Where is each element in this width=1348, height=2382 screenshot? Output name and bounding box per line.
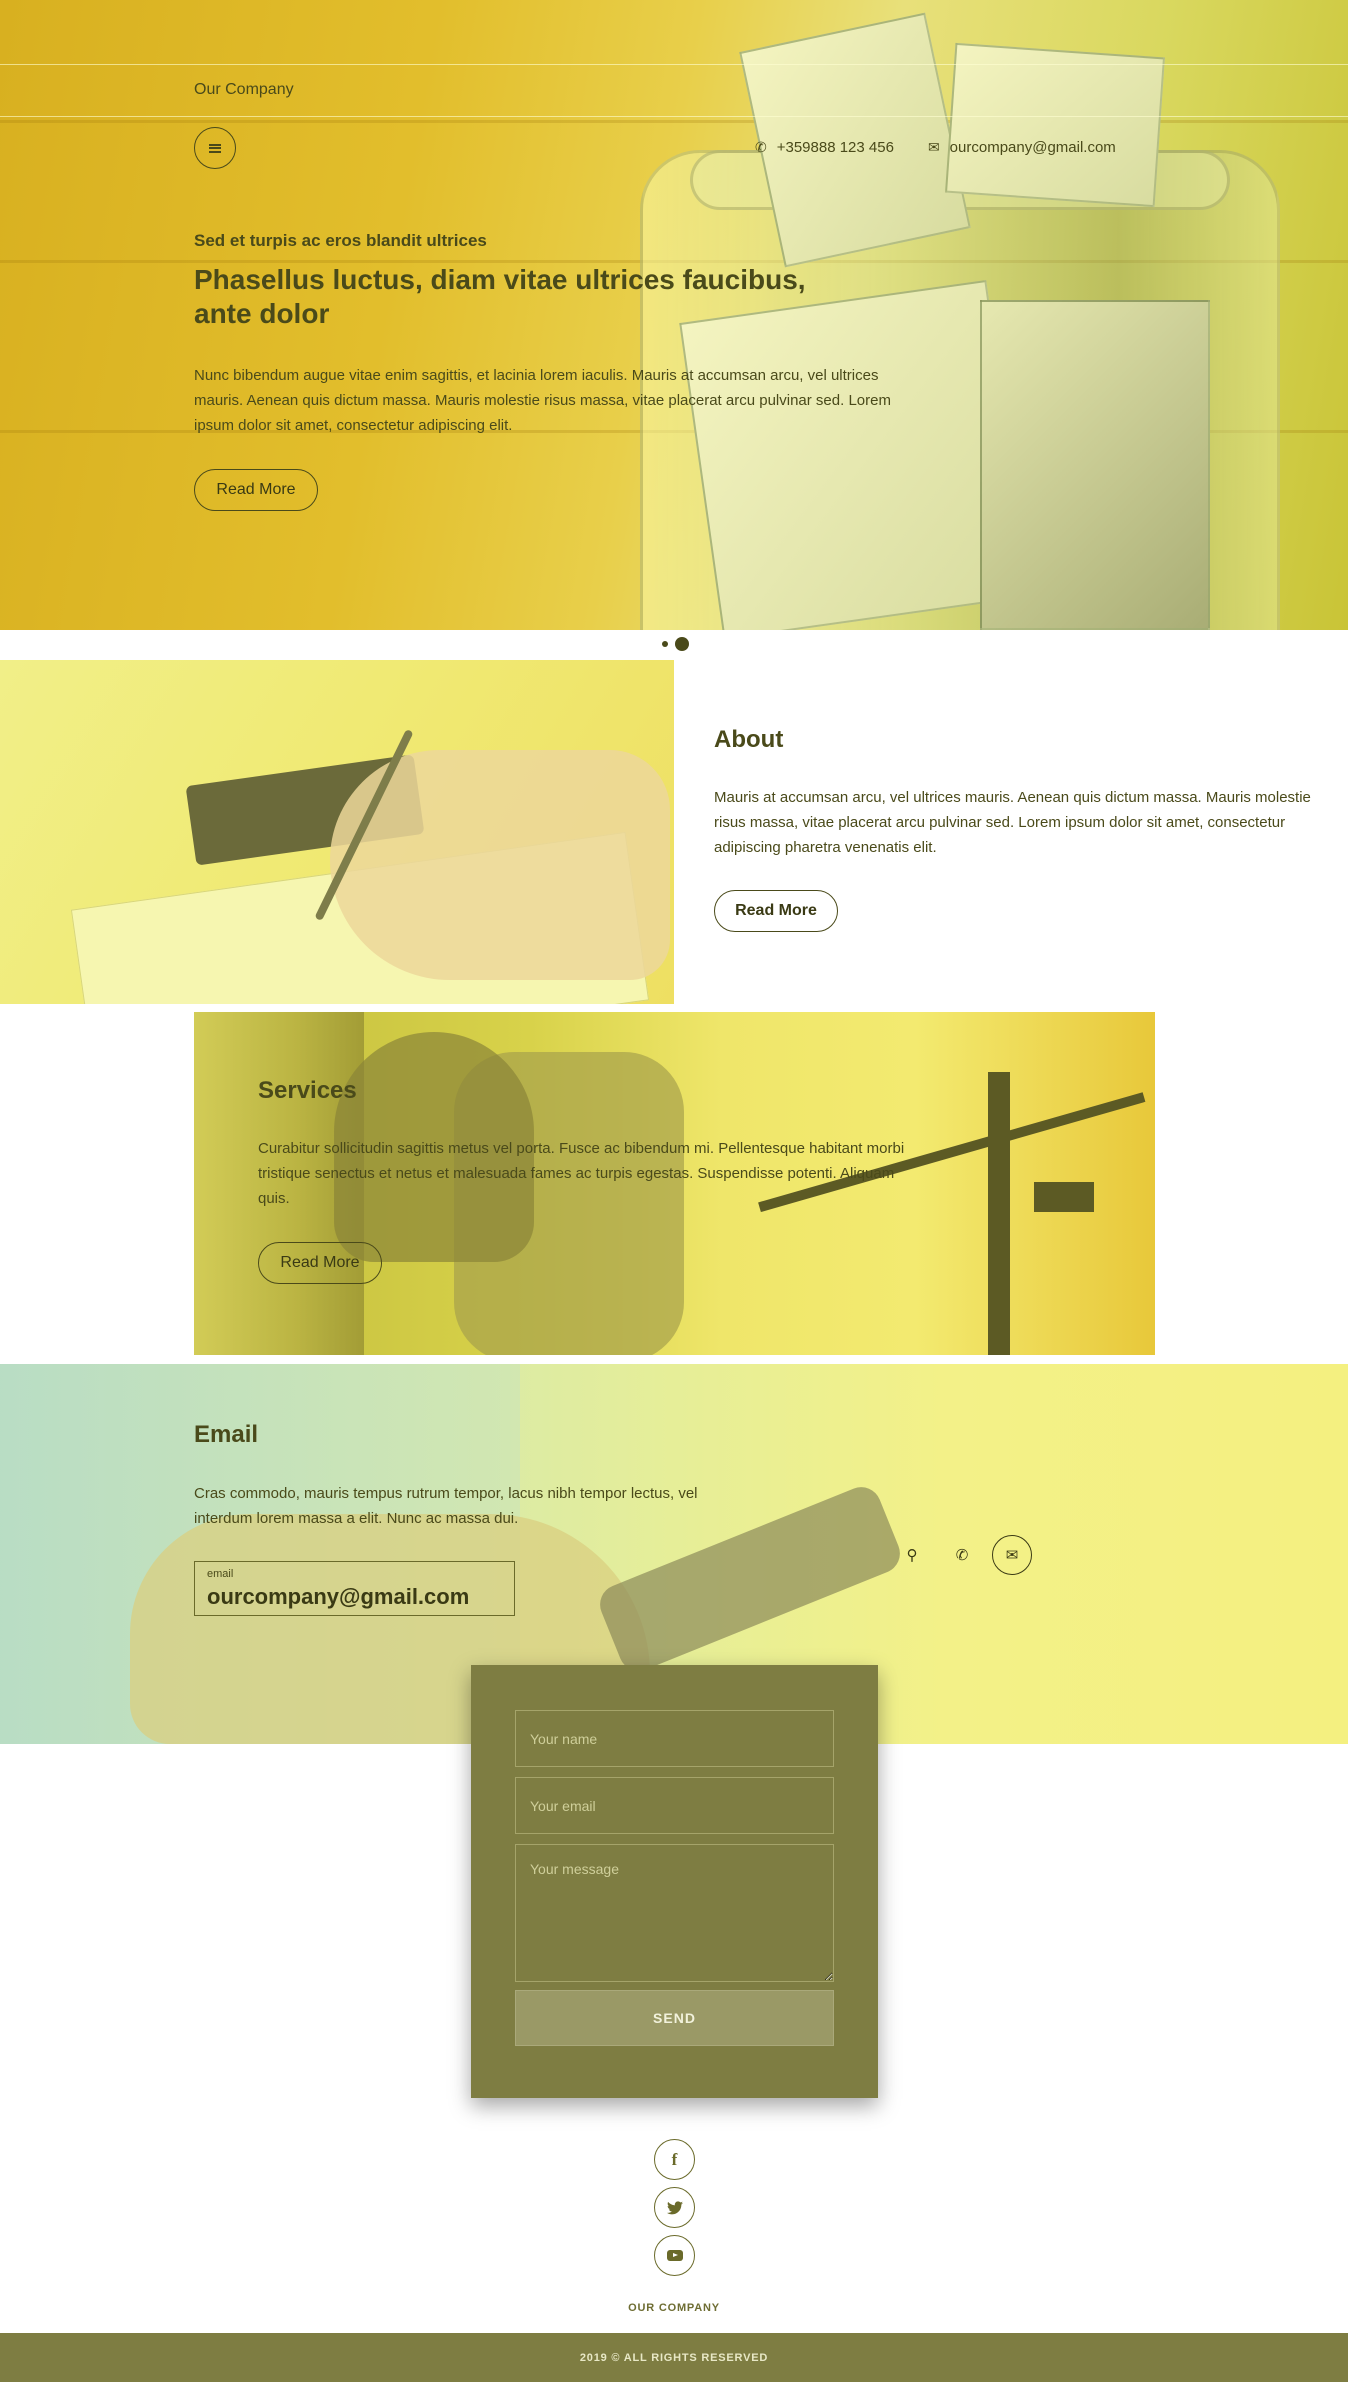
menu-button[interactable]: [194, 127, 236, 169]
menu-icon: [209, 143, 221, 153]
header-phone-link[interactable]: +359888 123 456: [777, 139, 894, 156]
header-divider: [0, 64, 1348, 65]
email-title: Email: [194, 1421, 259, 1448]
services-read-more-button[interactable]: Read More: [258, 1242, 382, 1284]
page: Our Company ✆ +359888 123 456 ✉ ourcompa…: [0, 0, 1348, 2382]
about-read-more-button[interactable]: Read More: [714, 890, 838, 932]
youtube-play-glyph: [666, 2250, 683, 2261]
youtube-icon[interactable]: [654, 2235, 695, 2276]
banknote-portrait-image: [980, 300, 1210, 630]
hero-read-more-button[interactable]: Read More: [194, 469, 318, 511]
banknote-image: [945, 42, 1165, 208]
email-display-field[interactable]: email ourcompany@gmail.com: [194, 1561, 515, 1616]
hero-text: Nunc bibendum augue vitae enim sagittis,…: [194, 367, 891, 434]
crane-tower-image: [988, 1072, 1010, 1355]
phone-icon: ✆: [755, 139, 767, 155]
about-image: [0, 660, 674, 1004]
email-input[interactable]: [515, 1777, 834, 1834]
envelope-icon: ✉: [927, 139, 940, 155]
slider-dots: [662, 637, 689, 651]
map-pin-icon[interactable]: ⚲: [902, 1545, 922, 1565]
envelope-icon[interactable]: ✉: [992, 1535, 1032, 1575]
footer-bar: 2019 © ALL RIGHTS RESERVED: [0, 2333, 1348, 2382]
slide-dot-1[interactable]: [662, 641, 668, 647]
footer-brand: OUR COMPANY: [628, 2302, 720, 2314]
email-field-value: ourcompany@gmail.com: [207, 1584, 470, 1609]
contact-form: SEND: [471, 1665, 878, 2098]
services-text: Curabitur sollicitudin sagittis metus ve…: [258, 1140, 905, 1207]
email-text: Cras commodo, mauris tempus rutrum tempo…: [194, 1485, 698, 1527]
facebook-icon[interactable]: f: [654, 2139, 695, 2180]
brand-link[interactable]: Our Company: [194, 81, 294, 99]
crane-counterweight-image: [1034, 1182, 1094, 1212]
banknote-image: [679, 279, 1031, 630]
send-button[interactable]: SEND: [515, 1990, 834, 2046]
hero-title: Phasellus luctus, diam vitae ultrices fa…: [194, 264, 806, 329]
name-input[interactable]: [515, 1710, 834, 1767]
slide-dot-2-active[interactable]: [675, 637, 689, 651]
about-title: About: [714, 726, 784, 753]
twitter-bird-glyph: [666, 2200, 683, 2214]
hero-subtitle: Sed et turpis ac eros blandit ultrices: [194, 231, 487, 250]
header-contact-bar: ✆ +359888 123 456 ✉ ourcompany@gmail.com: [755, 139, 1116, 156]
about-text: Mauris at accumsan arcu, vel ultrices ma…: [714, 789, 1311, 856]
email-field-label: email: [207, 1568, 234, 1580]
copyright-text: 2019 © ALL RIGHTS RESERVED: [579, 2351, 769, 2364]
header-email-link[interactable]: ourcompany@gmail.com: [950, 139, 1116, 156]
services-title: Services: [258, 1077, 357, 1104]
header-divider: [0, 116, 1348, 117]
message-textarea[interactable]: [515, 1844, 834, 1982]
twitter-icon[interactable]: [654, 2187, 695, 2228]
phone-icon[interactable]: ✆: [952, 1545, 972, 1565]
